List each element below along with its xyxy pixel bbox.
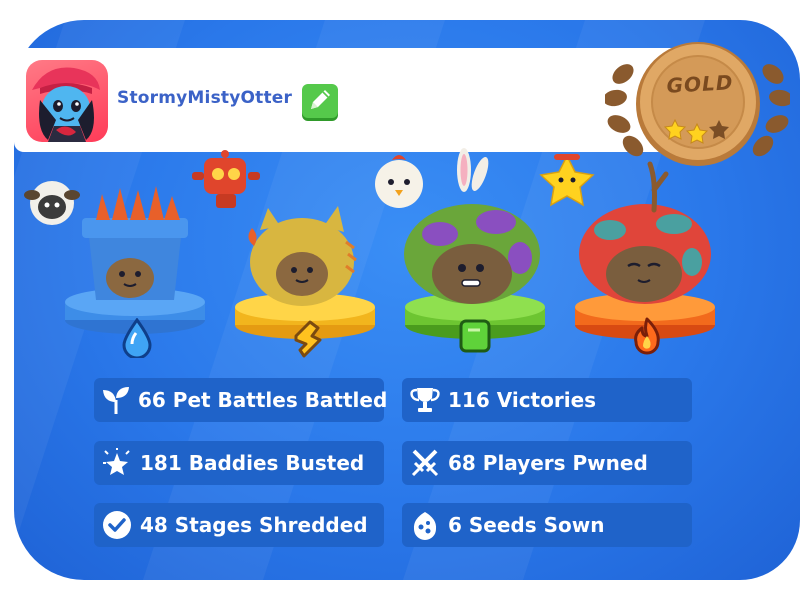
stat-victories: 116 Victories bbox=[402, 378, 692, 422]
username: StormyMistyOtter bbox=[117, 88, 293, 108]
stat-text: 116 Victories bbox=[448, 388, 597, 412]
stat-text: 66 Pet Battles Battled bbox=[138, 388, 388, 412]
stat-text: 6 Seeds Sown bbox=[448, 513, 605, 537]
stat-pet-battles: 66 Pet Battles Battled bbox=[94, 378, 388, 422]
stat-stages-shredded: 48 Stages Shredded bbox=[94, 503, 384, 547]
stat-text: 48 Stages Shredded bbox=[140, 513, 368, 537]
pencil-icon bbox=[311, 90, 330, 109]
pet-element-electric bbox=[290, 318, 324, 358]
seed-icon bbox=[408, 508, 442, 542]
avatar[interactable] bbox=[26, 60, 108, 142]
pet-element-plant bbox=[458, 318, 492, 354]
crossed-swords-icon bbox=[408, 446, 442, 480]
pet-star-topper bbox=[536, 152, 598, 210]
lightning-icon bbox=[294, 320, 322, 358]
pet-chicken-topper bbox=[368, 150, 430, 212]
stat-text: 68 Players Pwned bbox=[448, 451, 648, 475]
burst-icon bbox=[100, 446, 134, 480]
pet-sheep-topper bbox=[22, 175, 82, 231]
pet-bunny-ears bbox=[452, 146, 492, 198]
fire-icon bbox=[634, 317, 660, 355]
stat-baddies-busted: 181 Baddies Busted bbox=[94, 441, 384, 485]
water-drop-icon bbox=[122, 317, 152, 360]
stat-players-pwned: 68 Players Pwned bbox=[402, 441, 692, 485]
edit-name-button[interactable] bbox=[302, 84, 338, 118]
sprout-icon bbox=[100, 383, 132, 417]
leaf-square-icon bbox=[459, 319, 491, 353]
avatar-portrait bbox=[32, 67, 100, 142]
pet-element-water bbox=[120, 317, 154, 360]
stat-text: 181 Baddies Busted bbox=[140, 451, 365, 475]
pet-element-fire bbox=[630, 316, 664, 356]
checkmark-icon bbox=[100, 508, 134, 542]
pet-robot-topper bbox=[190, 148, 262, 212]
trophy-icon bbox=[408, 383, 442, 417]
stat-seeds-sown: 6 Seeds Sown bbox=[402, 503, 692, 547]
